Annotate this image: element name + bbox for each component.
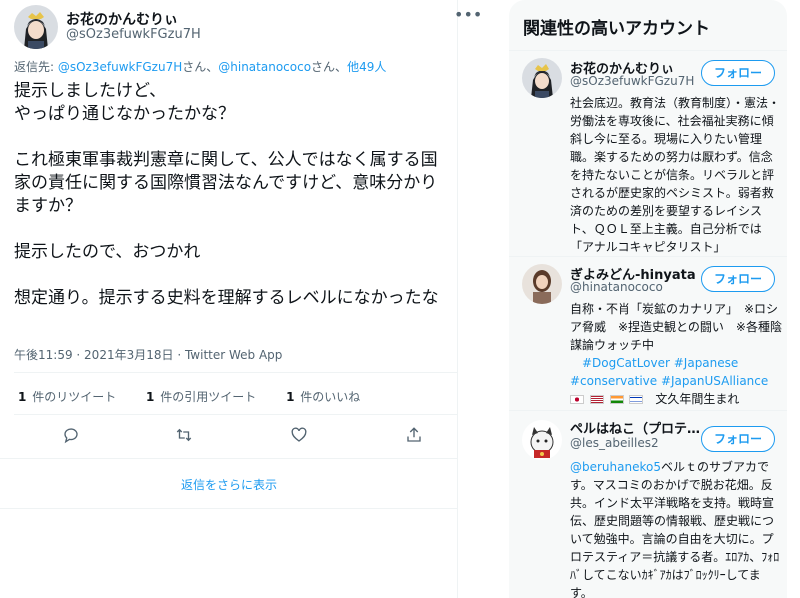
- tweet-time[interactable]: 午後11:59: [14, 348, 73, 362]
- tweet-source[interactable]: Twitter Web App: [185, 348, 282, 362]
- reply-user-suffix: さん、: [182, 60, 219, 74]
- author-handle[interactable]: @sOz3efuwkFGzu7H: [66, 27, 201, 42]
- reply-user-suffix: さん、: [311, 60, 348, 74]
- divider: [0, 458, 458, 459]
- account-card[interactable]: ペルはねこ（プロテ… @les_abeilles2 フォロー @beruhane…: [509, 410, 787, 598]
- tweet-meta: 午後11:59 · 2021年3月18日 · Twitter Web App: [14, 346, 282, 363]
- meta-separator: ·: [173, 348, 185, 362]
- bio-text: ベルｔのサブアカです。マスコミのおかげで脱お花畑。反共。インド太平洋戦略を支持。…: [570, 460, 780, 598]
- israel-flag-icon: [629, 395, 644, 404]
- author-avatar[interactable]: [14, 5, 58, 49]
- divider: [0, 508, 458, 509]
- account-handle[interactable]: @sOz3efuwkFGzu7H: [570, 74, 694, 88]
- follow-button[interactable]: フォロー: [701, 60, 775, 86]
- tweet-stats: 1 件のリツイート 1 件の引用ツイート 1 件のいいね: [18, 388, 386, 405]
- follow-button[interactable]: フォロー: [701, 266, 775, 292]
- follow-button[interactable]: フォロー: [701, 426, 775, 452]
- retweet-icon[interactable]: [175, 426, 197, 448]
- reply-to-user[interactable]: @sOz3efuwkFGzu7H: [58, 60, 182, 74]
- reply-to-line: 返信先: @sOz3efuwkFGzu7Hさん、@hinatanococoさん、…: [14, 58, 386, 75]
- account-card[interactable]: ぎよみどん-hinyata @hinatanococo フォロー 自称・不肖「炭…: [509, 256, 787, 406]
- india-flag-icon: [609, 395, 624, 404]
- account-avatar[interactable]: [522, 420, 562, 460]
- account-avatar[interactable]: [522, 58, 562, 98]
- show-more-replies-link[interactable]: 返信をさらに表示: [0, 470, 458, 500]
- more-options-icon[interactable]: •••: [454, 7, 482, 23]
- bio-text: 自称・不肖「炭鉱のカナリア」 ※ロシア脅威 ※捏造史観との闘い ※各種陰謀論ウォ…: [570, 302, 782, 352]
- account-handle[interactable]: @hinatanococo: [570, 280, 663, 294]
- account-card[interactable]: お花のかんむりぃ @sOz3efuwkFGzu7H フォロー 社会底辺。教育法（…: [509, 50, 787, 260]
- account-bio: @beruhaneko5ベルｔのサブアカです。マスコミのおかげで脱お花畑。反共。…: [570, 458, 783, 598]
- japan-flag-icon: [570, 395, 584, 404]
- retweet-count[interactable]: 1 件のリツイート: [18, 388, 116, 405]
- quote-tweet-count[interactable]: 1 件の引用ツイート: [146, 388, 256, 405]
- reply-to-prefix: 返信先:: [14, 60, 58, 74]
- panel-title: 関連性の高いアカウント: [523, 19, 710, 39]
- bio-hashtags[interactable]: #conservative #JapanUSAlliance: [570, 372, 783, 390]
- share-icon[interactable]: [405, 426, 427, 448]
- bio-mention-link[interactable]: @beruhaneko5: [570, 460, 661, 474]
- divider: [14, 414, 458, 415]
- related-accounts-panel: 関連性の高いアカウント お花のかんむりぃ @sOz3efuwkFGzu7H フォ…: [509, 0, 787, 598]
- divider: [14, 372, 458, 373]
- bio-flags-line: 文久年間生まれ: [570, 390, 783, 408]
- usa-flag-icon: [589, 395, 604, 404]
- account-name[interactable]: ペルはねこ（プロテ…: [570, 418, 700, 437]
- account-bio: 社会底辺。教育法（教育制度）・憲法・労働法を専攻後に、社会福祉実務に傾斜し今に至…: [570, 96, 781, 254]
- bio-text: 文久年間生まれ: [655, 392, 740, 406]
- account-avatar[interactable]: [522, 264, 562, 304]
- account-handle[interactable]: @les_abeilles2: [570, 436, 659, 450]
- meta-separator: ·: [72, 348, 85, 362]
- account-bio: 自称・不肖「炭鉱のカナリア」 ※ロシア脅威 ※捏造史観との闘い ※各種陰謀論ウォ…: [570, 300, 783, 408]
- reply-to-user[interactable]: @hinatanococo: [218, 60, 311, 74]
- bio-hashtags[interactable]: #DogCatLover #Japanese: [570, 354, 783, 372]
- reply-to-others-link[interactable]: 他49人: [347, 60, 386, 74]
- author-name[interactable]: お花のかんむりぃ: [66, 9, 178, 29]
- like-icon[interactable]: [290, 426, 312, 448]
- tweet-date[interactable]: 2021年3月18日: [84, 348, 173, 362]
- tweet-detail: お花のかんむりぃ @sOz3efuwkFGzu7H ••• 返信先: @sOz3…: [0, 0, 482, 598]
- reply-icon[interactable]: [62, 426, 84, 448]
- tweet-text: 提示しましたけど、 やっぱり通じなかったかな？ これ極東軍事裁判憲章に関して、公…: [14, 81, 439, 308]
- tweet-actions: [0, 426, 458, 448]
- like-count[interactable]: 1 件のいいね: [286, 388, 360, 405]
